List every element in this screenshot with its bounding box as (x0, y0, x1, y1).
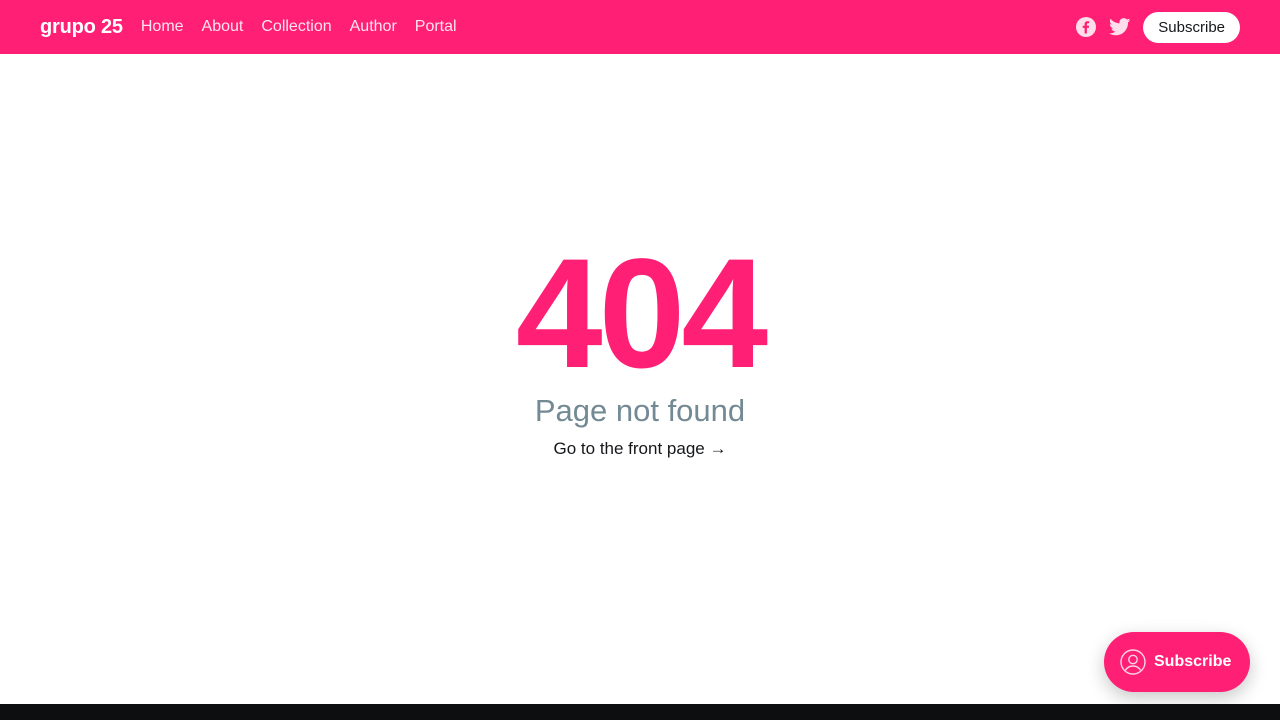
portal-subscribe-button[interactable]: Subscribe (1104, 632, 1250, 692)
nav-item-portal[interactable]: Portal (415, 18, 457, 36)
front-page-link[interactable]: Go to the front page → (554, 439, 727, 459)
nav-item-collection[interactable]: Collection (261, 18, 331, 36)
error-section: 404 Page not found Go to the front page … (0, 232, 1280, 459)
nav-item-about[interactable]: About (202, 18, 244, 36)
page: grupo 25 Home About Collection Author Po… (0, 0, 1280, 720)
user-icon (1120, 649, 1146, 675)
header-actions: Subscribe (1075, 11, 1240, 43)
nav-item-author[interactable]: Author (350, 18, 397, 36)
main-nav: Home About Collection Author Portal (141, 18, 475, 36)
nav-item-home[interactable]: Home (141, 18, 184, 36)
footer-strip (0, 704, 1280, 720)
facebook-icon[interactable] (1075, 16, 1097, 38)
subscribe-button[interactable]: Subscribe (1143, 11, 1240, 43)
twitter-icon[interactable] (1109, 16, 1131, 38)
portal-subscribe-label: Subscribe (1154, 653, 1232, 670)
error-code: 404 (515, 227, 768, 401)
site-logo[interactable]: grupo 25 (40, 16, 123, 39)
error-message: Page not found (534, 393, 746, 428)
site-header: grupo 25 Home About Collection Author Po… (0, 0, 1280, 54)
